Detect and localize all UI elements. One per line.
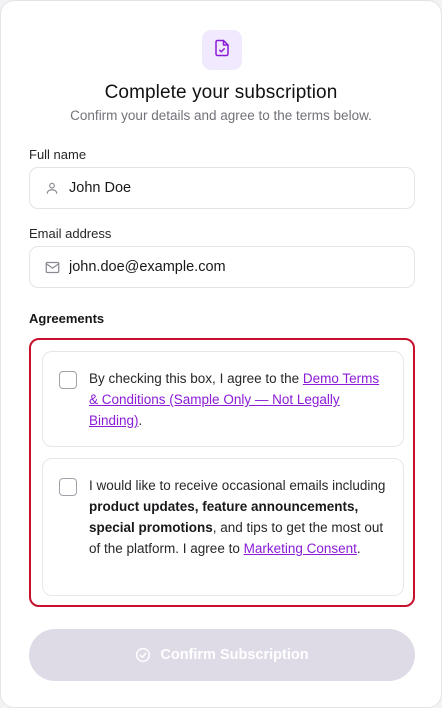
check-circle-icon: [135, 647, 151, 663]
terms-agreement[interactable]: By checking this box, I agree to the Dem…: [42, 351, 404, 447]
page-title: Complete your subscription: [104, 82, 338, 103]
marketing-text: I would like to receive occasional email…: [89, 475, 389, 559]
terms-text-before: By checking this box, I agree to the: [89, 371, 303, 386]
email-input[interactable]: [69, 259, 389, 275]
subscription-card: Complete your subscription Confirm your …: [0, 0, 442, 708]
marketing-agreement[interactable]: I would like to receive occasional email…: [42, 458, 404, 596]
page-subtitle: Confirm your details and agree to the te…: [70, 108, 372, 123]
email-label: Email address: [29, 226, 112, 241]
marketing-checkbox[interactable]: [59, 478, 77, 496]
confirm-button-label: Confirm Subscription: [160, 647, 309, 663]
mail-icon: [44, 259, 60, 275]
marketing-text-after: .: [356, 541, 361, 556]
marketing-consent-link[interactable]: Marketing Consent: [244, 541, 357, 556]
terms-text-after: .: [138, 413, 143, 428]
email-field[interactable]: [29, 246, 415, 288]
full-name-field[interactable]: [29, 167, 415, 209]
file-check-icon: [213, 39, 231, 62]
logo-badge: [202, 30, 242, 70]
agreements-label: Agreements: [29, 311, 105, 326]
full-name-input[interactable]: [69, 180, 389, 196]
agreements-group: By checking this box, I agree to the Dem…: [29, 338, 415, 607]
user-icon: [44, 180, 60, 196]
terms-checkbox[interactable]: [59, 371, 77, 389]
confirm-subscription-button[interactable]: Confirm Subscription: [29, 629, 415, 681]
marketing-text-before: I would like to receive occasional email…: [89, 478, 386, 493]
full-name-label: Full name: [29, 147, 87, 162]
terms-text: By checking this box, I agree to the Dem…: [89, 368, 389, 431]
